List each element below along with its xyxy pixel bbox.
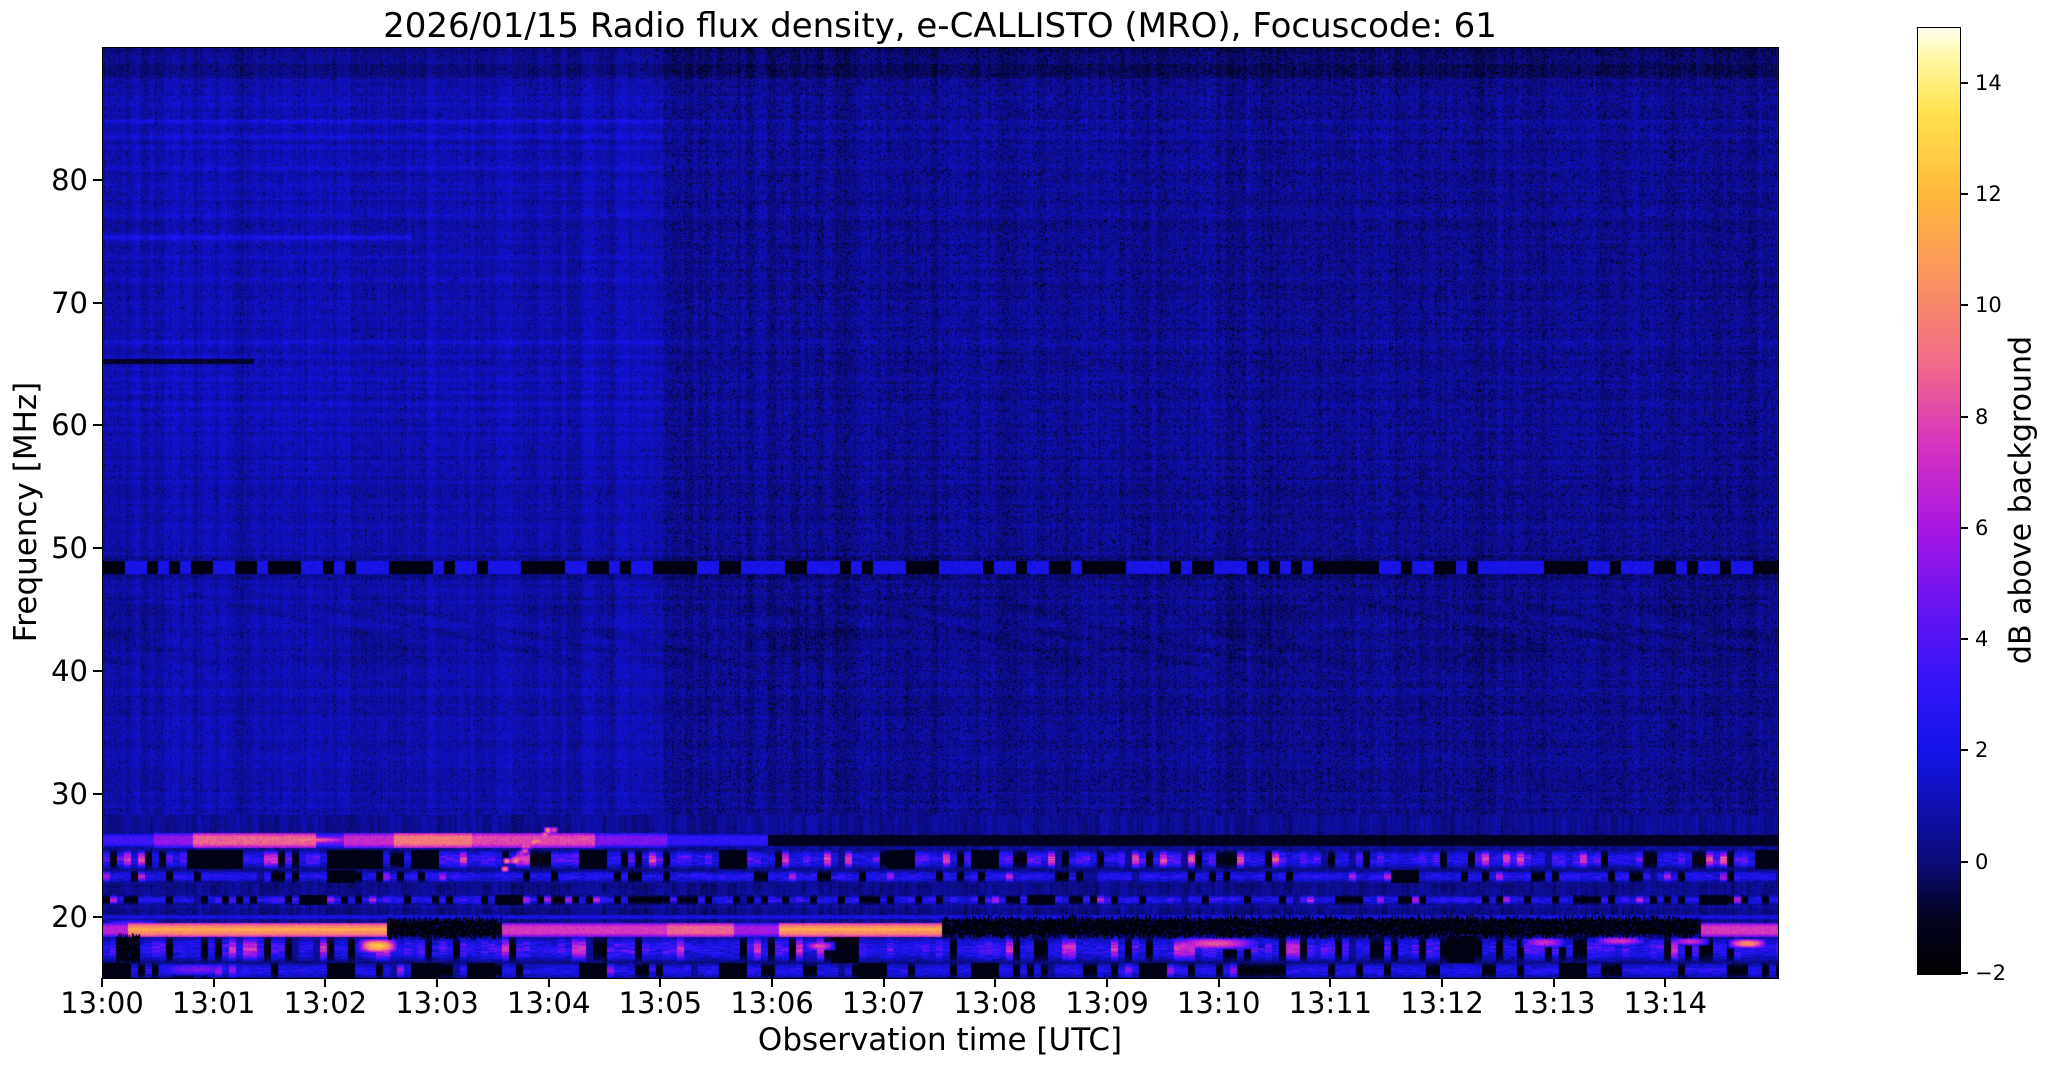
x-tick-label: 13:06 <box>730 986 814 1020</box>
colorbar-tick-label: 2 <box>1975 738 1989 763</box>
x-axis-label: Observation time [UTC] <box>757 1022 1123 1058</box>
y-tick-mark <box>93 670 102 673</box>
x-tick-label: 13:12 <box>1400 986 1484 1020</box>
colorbar-tick-label: 4 <box>1975 627 1989 652</box>
colorbar <box>1917 27 1961 975</box>
colorbar-label: dB above background <box>2003 335 2039 665</box>
colorbar-canvas <box>1918 28 1960 974</box>
spectrogram-canvas <box>103 48 1778 978</box>
y-tick-label: 40 <box>51 654 88 689</box>
y-tick-mark <box>93 424 102 427</box>
y-tick-mark <box>93 178 102 181</box>
x-tick-label: 13:11 <box>1288 986 1373 1020</box>
colorbar-tick-mark <box>1960 81 1968 84</box>
x-tick-label: 13:13 <box>1511 986 1596 1020</box>
colorbar-tick-mark <box>1960 972 1968 974</box>
chart-title: 2026/01/15 Radio flux density, e-CALLIST… <box>383 6 1497 46</box>
y-tick-label: 50 <box>51 531 88 566</box>
colorbar-tick-mark <box>1960 415 1968 418</box>
colorbar-tick-mark <box>1960 860 1968 863</box>
x-tick-label: 13:02 <box>283 986 368 1020</box>
colorbar-tick-label: 12 <box>1975 181 2002 206</box>
x-tick-label: 13:14 <box>1623 986 1708 1020</box>
colorbar-tick-mark <box>1960 638 1968 641</box>
colorbar-tick-label: −2 <box>1975 961 2006 985</box>
x-tick-label: 13:04 <box>506 986 591 1020</box>
y-tick-label: 30 <box>51 776 88 811</box>
y-tick-label: 70 <box>51 285 88 320</box>
x-tick-label: 13:00 <box>60 986 144 1020</box>
x-tick-label: 13:07 <box>841 986 926 1020</box>
colorbar-tick-label: 14 <box>1975 70 2002 95</box>
y-tick-label: 60 <box>51 408 88 443</box>
colorbar-tick-label: 8 <box>1975 404 1989 429</box>
colorbar-tick-mark <box>1960 304 1968 307</box>
x-tick-label: 13:05 <box>618 986 703 1020</box>
colorbar-tick-mark <box>1960 749 1968 752</box>
y-tick-mark <box>93 547 102 550</box>
colorbar-tick-mark <box>1960 526 1968 529</box>
colorbar-tick-label: 0 <box>1975 849 1989 874</box>
colorbar-tick-label: 6 <box>1975 515 1989 540</box>
x-tick-label: 13:10 <box>1176 986 1261 1020</box>
x-tick-label: 13:01 <box>171 986 256 1020</box>
spectrogram-plot <box>102 47 1779 979</box>
x-tick-label: 13:09 <box>1065 986 1149 1020</box>
y-tick-label: 20 <box>51 899 88 934</box>
y-tick-mark <box>93 301 102 304</box>
y-tick-label: 80 <box>51 162 88 197</box>
colorbar-tick-mark <box>1960 192 1968 195</box>
x-tick-label: 13:08 <box>953 986 1038 1020</box>
colorbar-tick-label: 10 <box>1975 293 2002 318</box>
y-tick-mark <box>93 915 102 918</box>
figure: 2026/01/15 Radio flux density, e-CALLIST… <box>0 0 2047 1067</box>
x-tick-label: 13:03 <box>395 986 479 1020</box>
y-tick-mark <box>93 792 102 795</box>
